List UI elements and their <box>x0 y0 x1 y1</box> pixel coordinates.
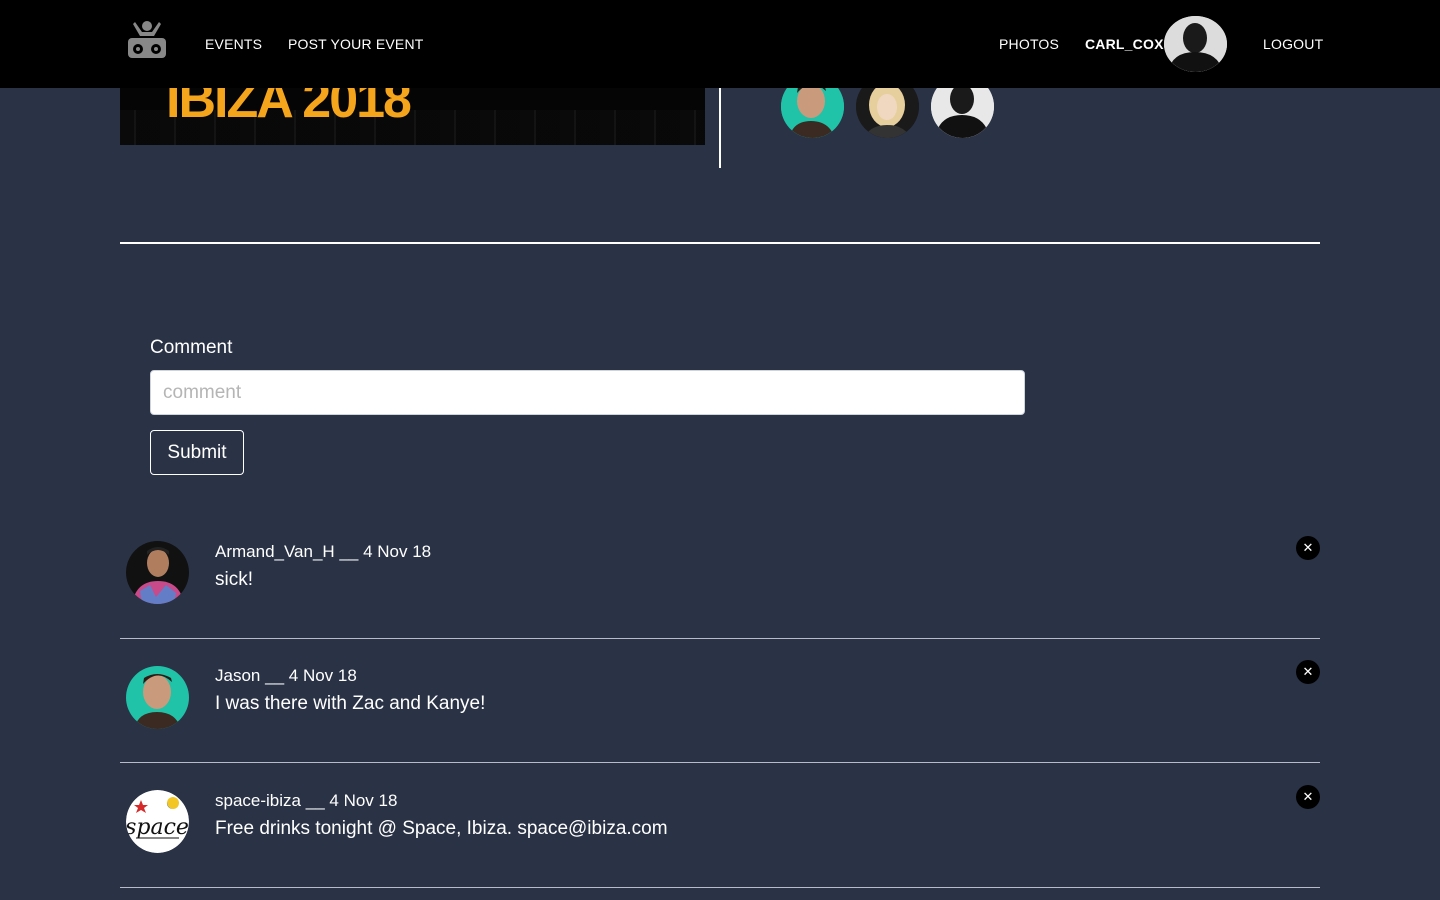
comment-date: 4 Nov 18 <box>288 666 357 685</box>
nav-photos-link[interactable]: PHOTOS <box>999 36 1059 52</box>
comment-text: sick! <box>215 569 253 590</box>
comment-item: space space-ibiza __ 4 Nov 18 Free drink… <box>120 762 1320 888</box>
comment-date: 4 Nov 18 <box>363 542 432 561</box>
space-logo-icon[interactable]: space <box>126 790 189 853</box>
delete-comment-icon[interactable]: ✕ <box>1296 660 1320 684</box>
user-avatar-icon[interactable] <box>126 666 189 729</box>
nav-username-link[interactable]: CARL_COX <box>1085 36 1164 52</box>
comment-author[interactable]: Armand_Van_H <box>215 542 335 561</box>
top-navbar: EVENTS POST YOUR EVENT PHOTOS CARL_COX L… <box>0 0 1440 88</box>
comment-divider <box>120 887 1320 888</box>
comment-author[interactable]: space-ibiza <box>215 791 301 810</box>
hero-title: IBIZA 2018 <box>166 88 412 129</box>
comment-text: I was there with Zac and Kanye! <box>215 693 486 714</box>
comment-separator: __ <box>339 542 359 561</box>
comment-date: 4 Nov 18 <box>329 791 398 810</box>
user-avatar-icon[interactable] <box>126 541 189 604</box>
comment-separator: __ <box>265 666 285 685</box>
comment-label: Comment <box>150 337 233 358</box>
svg-text:space: space <box>126 815 189 840</box>
dj-logo-icon[interactable] <box>126 18 168 60</box>
comment-author[interactable]: Jason <box>215 666 260 685</box>
comment-meta: Jason __ 4 Nov 18 <box>215 666 357 686</box>
delete-comment-icon[interactable]: ✕ <box>1296 785 1320 809</box>
comment-item: Armand_Van_H __ 4 Nov 18 sick! ✕ <box>120 513 1320 639</box>
comment-text: Free drinks tonight @ Space, Ibiza. spac… <box>215 818 668 839</box>
comment-input[interactable] <box>150 370 1025 415</box>
nav-events-link[interactable]: EVENTS <box>205 36 262 52</box>
submit-button[interactable]: Submit <box>150 430 244 475</box>
nav-post-event-link[interactable]: POST YOUR EVENT <box>288 36 424 52</box>
comment-item: Jason __ 4 Nov 18 I was there with Zac a… <box>120 637 1320 763</box>
section-divider <box>120 242 1320 244</box>
nav-logout-link[interactable]: LOGOUT <box>1263 36 1323 52</box>
delete-comment-icon[interactable]: ✕ <box>1296 536 1320 560</box>
user-avatar[interactable] <box>1164 16 1227 72</box>
event-hero-image: IBIZA 2018 <box>120 88 705 145</box>
comment-meta: Armand_Van_H __ 4 Nov 18 <box>215 542 431 562</box>
vertical-divider <box>719 88 721 168</box>
comment-separator: __ <box>305 791 325 810</box>
comment-meta: space-ibiza __ 4 Nov 18 <box>215 791 397 811</box>
